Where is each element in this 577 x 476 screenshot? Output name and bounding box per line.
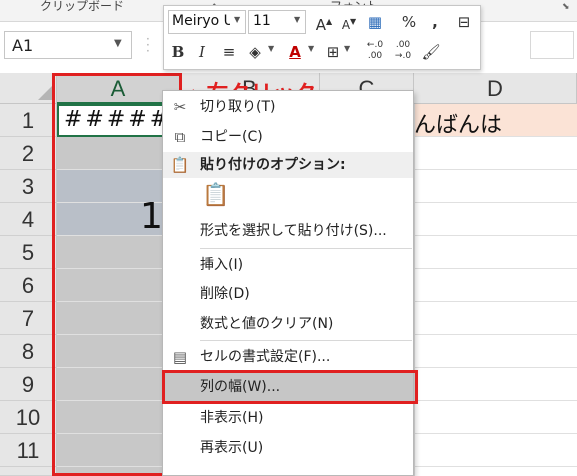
percent-style-icon[interactable]: % — [398, 10, 420, 34]
annotation-highlight-menu-item — [162, 370, 418, 404]
menu-item-label: コピー(C) — [200, 129, 263, 145]
chevron-down-icon[interactable]: ▼ — [308, 44, 318, 58]
paste-options-header: 📋 貼り付けのオプション: — [163, 152, 413, 178]
decrease-font-size-icon[interactable]: A▼ — [337, 10, 361, 34]
row-header[interactable] — [0, 467, 57, 476]
chevron-down-icon[interactable]: ▼ — [344, 44, 354, 58]
chevron-down-icon[interactable]: ▼ — [114, 38, 126, 52]
menu-item-label: 挿入(I) — [200, 257, 244, 273]
italic-icon[interactable]: I — [192, 40, 212, 64]
row-header[interactable]: 3 — [0, 170, 57, 203]
menu-item-format-cells[interactable]: ▤ セルの書式設定(F)... — [163, 342, 413, 373]
format-painter-icon[interactable]: 🖌 — [420, 40, 442, 64]
paste-options-label: 貼り付けのオプション: — [200, 157, 346, 173]
row-header[interactable]: 9 — [0, 368, 57, 401]
row-header[interactable]: 1 — [0, 104, 57, 137]
column-header-d[interactable]: D — [414, 73, 577, 104]
comma-style-icon[interactable]: , — [424, 10, 446, 34]
menu-item-cut[interactable]: ✂ 切り取り(T) — [163, 92, 413, 122]
number-format-icon[interactable]: ▦ — [362, 10, 388, 34]
row-header[interactable]: 6 — [0, 269, 57, 302]
bold-icon[interactable]: B — [168, 40, 188, 64]
chevron-down-icon[interactable]: ▼ — [268, 44, 278, 58]
name-box-value: A1 — [12, 36, 34, 55]
increase-decimal-icon[interactable]: ←.0.00 — [362, 40, 388, 64]
dialog-launcher-icon[interactable]: ⬊ — [562, 2, 572, 12]
row-header[interactable]: 5 — [0, 236, 57, 269]
format-cells-icon: ▤ — [172, 348, 188, 366]
font-name-value: Meiryo U — [172, 13, 230, 29]
row-header[interactable]: 2 — [0, 137, 57, 170]
row-header[interactable]: 10 — [0, 401, 57, 434]
menu-item-label: 切り取り(T) — [200, 99, 276, 115]
menu-item-hide[interactable]: 非表示(H) — [163, 403, 413, 434]
formula-input[interactable] — [530, 31, 574, 59]
chevron-down-icon[interactable]: ▼ — [234, 15, 244, 27]
row-header[interactable]: 7 — [0, 302, 57, 335]
row-header[interactable]: 4 — [0, 203, 57, 236]
font-color-icon[interactable]: A — [284, 40, 306, 64]
menu-item-label: 削除(D) — [200, 286, 250, 302]
menu-separator — [200, 248, 412, 249]
menu-item-label: 非表示(H) — [200, 410, 264, 426]
row-header[interactable]: 11 — [0, 434, 57, 467]
fill-color-icon[interactable]: ◈ — [244, 40, 266, 64]
chevron-down-icon[interactable]: ▼ — [294, 15, 304, 27]
menu-item-label: セルの書式設定(F)... — [200, 349, 331, 365]
borders-icon[interactable]: ⊞ — [322, 40, 344, 64]
menu-item-clear-contents[interactable]: 数式と値のクリア(N) — [163, 309, 413, 340]
menu-separator — [200, 340, 412, 341]
drag-handle-icon[interactable]: · · · — [146, 33, 154, 57]
menu-item-label: 再表示(U) — [200, 440, 264, 456]
menu-item-unhide[interactable]: 再表示(U) — [163, 433, 413, 464]
copy-icon: ⧉ — [174, 128, 186, 146]
row-header[interactable]: 8 — [0, 335, 57, 368]
menu-item-insert[interactable]: 挿入(I) — [163, 250, 413, 281]
font-size-value: 11 — [253, 13, 271, 29]
scissors-icon: ✂ — [173, 98, 187, 116]
align-center-icon[interactable]: ≡ — [218, 40, 240, 64]
menu-item-paste-special[interactable]: 形式を選択して貼り付け(S)... — [163, 216, 413, 247]
menu-item-delete[interactable]: 削除(D) — [163, 279, 413, 310]
menu-item-label: 数式と値のクリア(N) — [200, 316, 334, 332]
merge-center-icon[interactable]: ⊟ — [452, 10, 476, 34]
paste-icon[interactable]: 📋 — [202, 183, 229, 213]
select-all-triangle-icon — [38, 86, 52, 100]
menu-item-label: 形式を選択して貼り付け(S)... — [200, 223, 387, 239]
decrease-decimal-icon[interactable]: .00 →.0 — [390, 40, 416, 64]
clipboard-icon: 📋 — [170, 156, 190, 174]
menu-item-copy[interactable]: ⧉ コピー(C) — [163, 122, 413, 153]
grid-column-line — [414, 104, 415, 476]
increase-font-size-icon[interactable]: A▲ — [312, 10, 336, 34]
